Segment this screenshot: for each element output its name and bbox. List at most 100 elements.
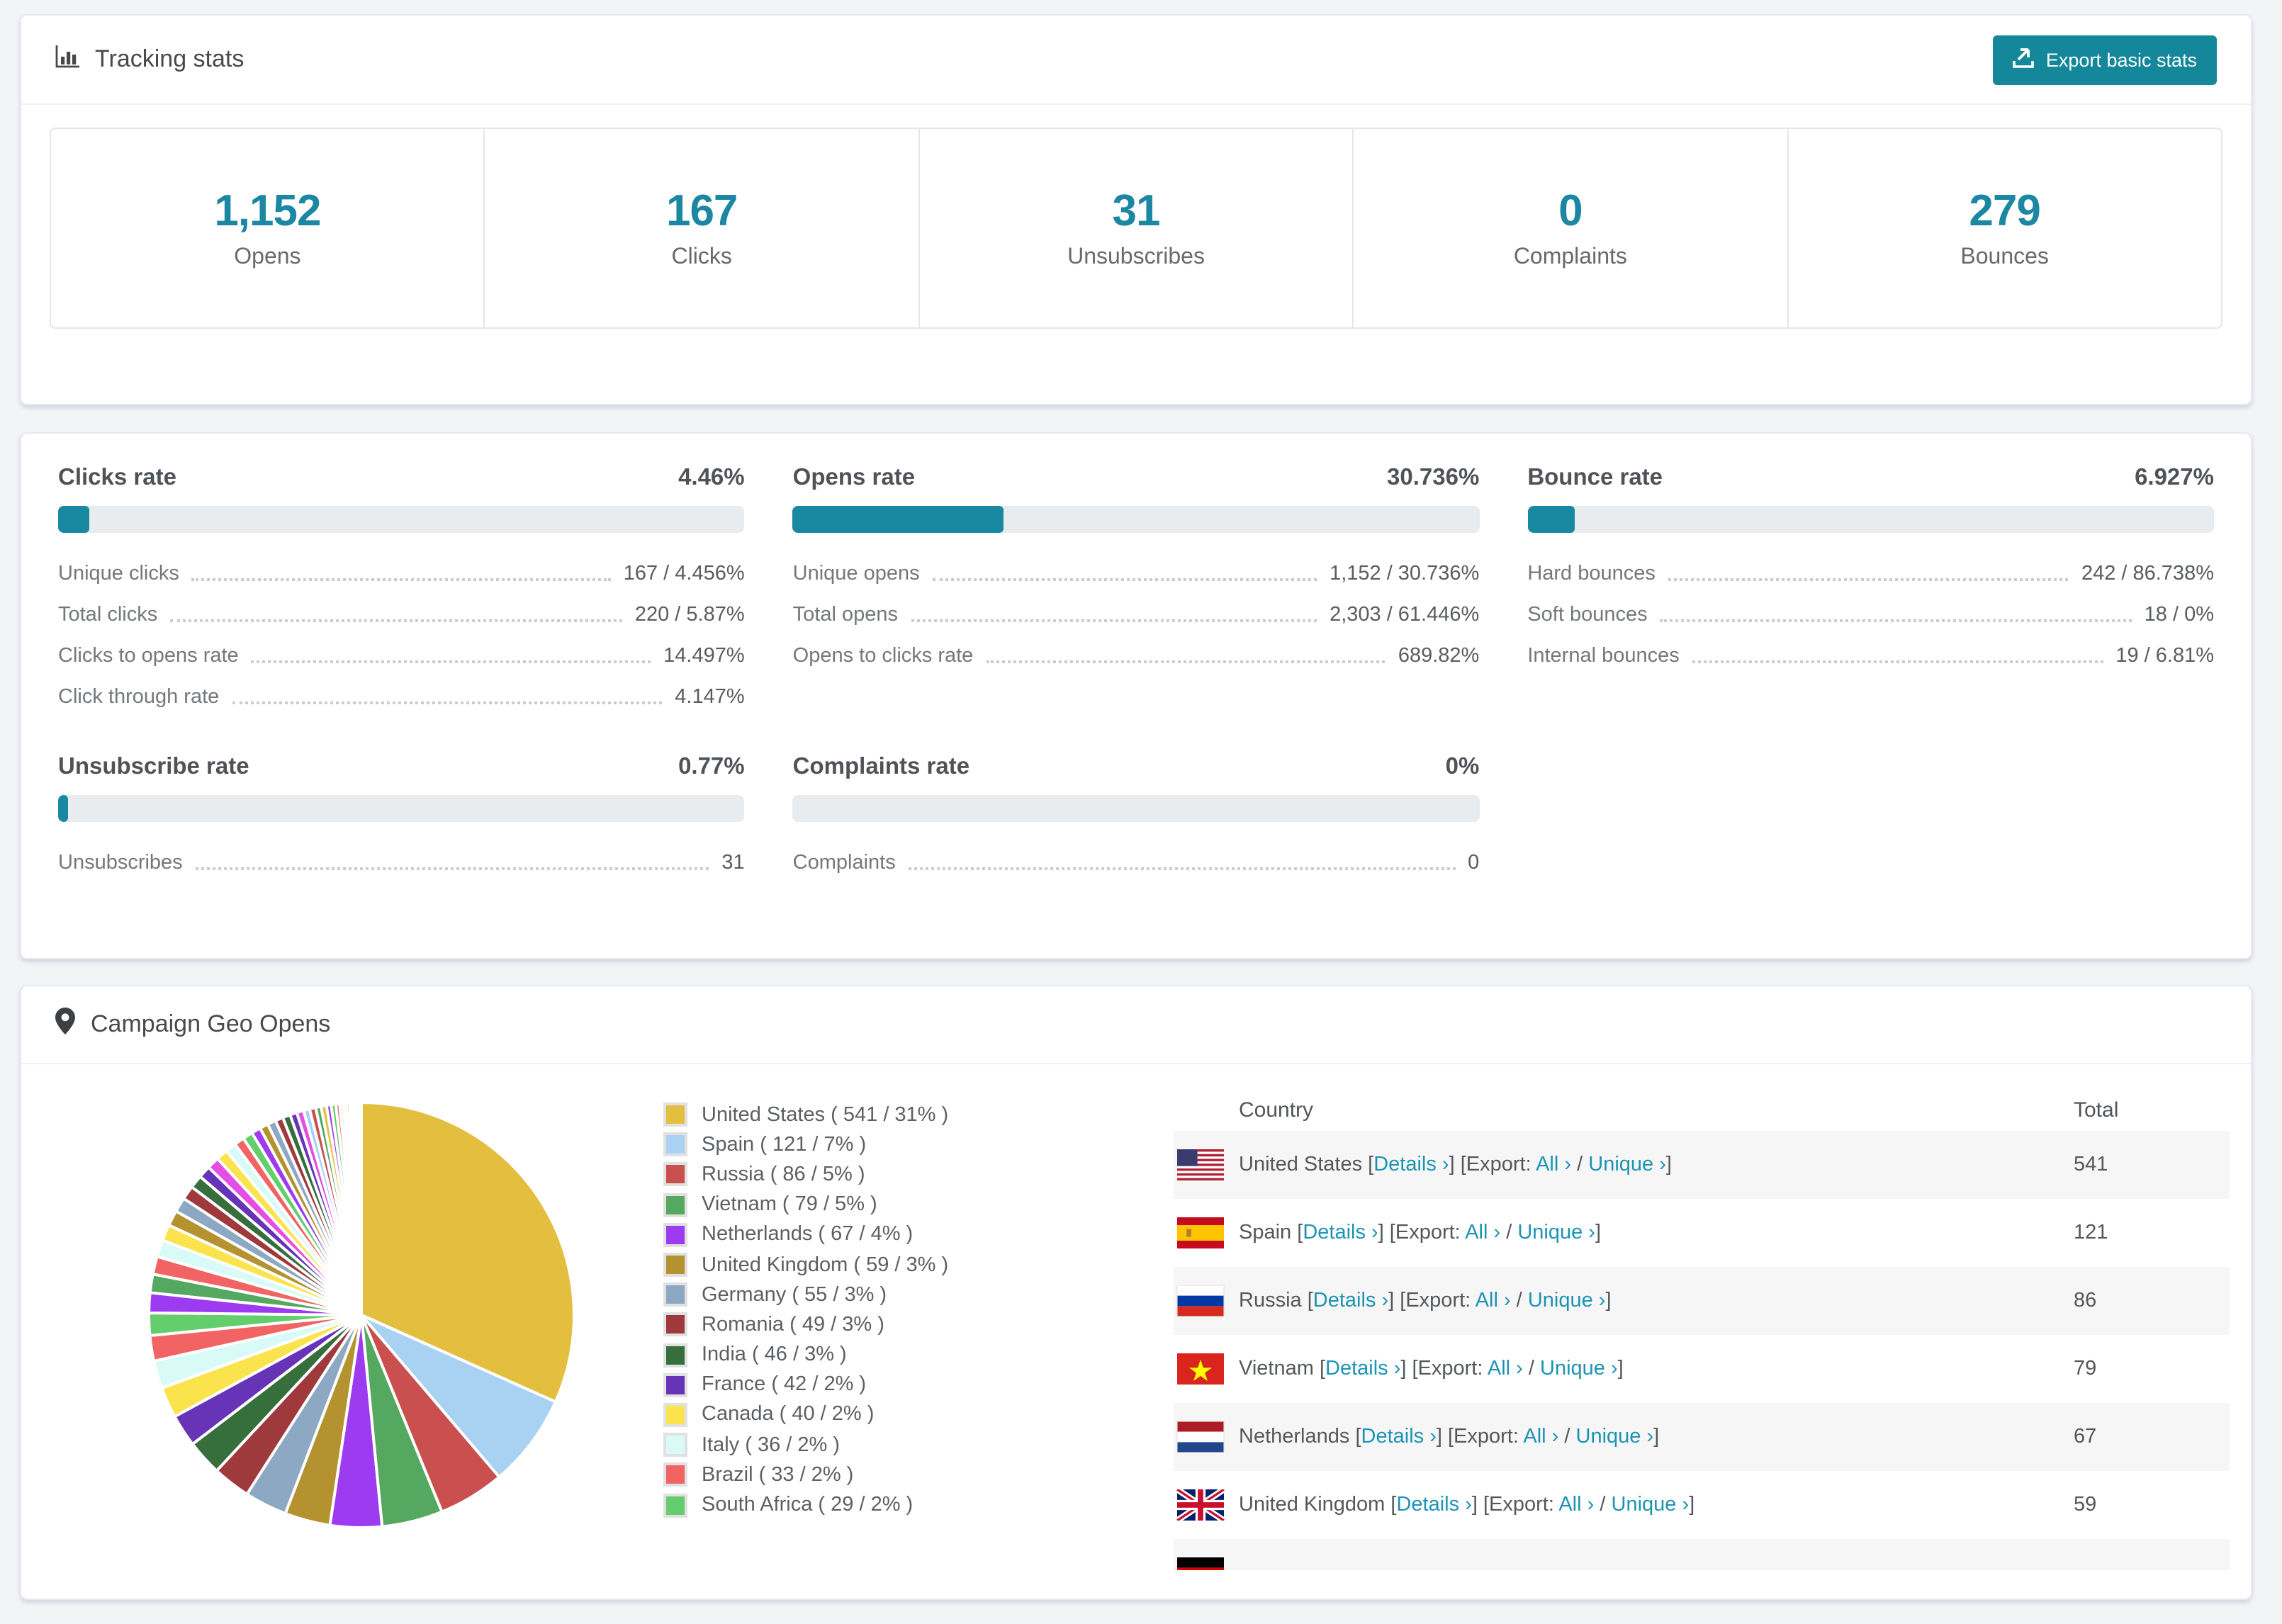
geo-table: Country Total United States [Details ›] [E…: [1174, 1088, 2230, 1587]
dotted-leader: [170, 619, 622, 622]
legend-swatch: [663, 1433, 687, 1457]
geo-table-col-total: Total: [2074, 1098, 2119, 1122]
geo-table-header: Country Total: [1174, 1088, 2230, 1131]
legend-item-russia[interactable]: Russia ( 86 / 5% ): [663, 1160, 948, 1190]
export-all-link[interactable]: All ›: [1488, 1358, 1523, 1380]
rate-items: Hard bounces 242 / 86.738% Soft bounces 18 …: [1527, 553, 2214, 676]
legend-item-brazil[interactable]: Brazil ( 33 / 2% ): [663, 1460, 948, 1490]
table-row-netherlands: Netherlands [Details ›] [Export: All › /…: [1174, 1403, 2230, 1471]
rate-head: Opens rate 30.736%: [793, 465, 1480, 492]
details-link[interactable]: Details ›: [1303, 1222, 1378, 1244]
export-unique-link[interactable]: Unique ›: [1576, 1426, 1654, 1448]
export-unique-link[interactable]: Unique ›: [1517, 1222, 1595, 1244]
legend-item-canada[interactable]: Canada ( 40 / 2% ): [663, 1400, 948, 1430]
bracket: ]: [1665, 1154, 1672, 1176]
legend-item-spain[interactable]: Spain ( 121 / 7% ): [663, 1129, 948, 1159]
country-name: Russia: [1239, 1290, 1308, 1312]
country-cell: Vietnam [Details ›] [Export: All › / Uni…: [1239, 1358, 2074, 1380]
rate-section-clicks-rate: Clicks rate 4.46% Unique clicks 167 / 4.456…: [58, 465, 745, 717]
legend-label: Germany ( 55 / 3% ): [702, 1283, 887, 1307]
table-row-russia: Russia [Details ›] [Export: All › / Uniq…: [1174, 1267, 2230, 1335]
country-name: United Kingdom: [1239, 1494, 1391, 1516]
separator: /: [1522, 1358, 1541, 1380]
stat-label: Clicks: [671, 245, 732, 269]
rate-title: Clicks rate: [58, 465, 176, 490]
rate-bar: [792, 795, 1480, 822]
bracket: ]: [1595, 1222, 1602, 1244]
legend-label: Spain ( 121 / 7% ): [702, 1133, 867, 1156]
stat-cell-bounces: 279 Bounces: [1788, 129, 2221, 327]
export-unique-link[interactable]: Unique ›: [1540, 1358, 1618, 1380]
export-all-link[interactable]: All ›: [1558, 1494, 1594, 1516]
export-all-link[interactable]: All ›: [1523, 1426, 1558, 1448]
dotted-leader: [195, 867, 709, 870]
rate-item-value: 167 / 4.456%: [623, 563, 745, 585]
export-unique-link[interactable]: Unique ›: [1528, 1290, 1606, 1312]
geo-pie-chart: [147, 1100, 575, 1529]
rate-section-unsubscribe-rate: Unsubscribe rate 0.77% Unsubscribes 31: [58, 754, 745, 883]
rate-value: 6.927%: [2135, 465, 2214, 490]
geo-title: Campaign Geo Opens: [91, 1010, 331, 1037]
country-cell: Spain [Details ›] [Export: All › / Uniqu…: [1239, 1222, 2074, 1244]
table-row-spain: Spain [Details ›] [Export: All › / Uniqu…: [1174, 1199, 2230, 1267]
tracking-stats-card: Tracking stats Export basic stats 1,152 O…: [20, 14, 2252, 405]
legend-item-united-states[interactable]: United States ( 541 / 31% ): [663, 1100, 948, 1129]
legend-item-united-kingdom[interactable]: United Kingdom ( 59 / 3% ): [663, 1250, 948, 1280]
export-all-link[interactable]: All ›: [1465, 1222, 1500, 1244]
legend-label: Italy ( 36 / 2% ): [702, 1433, 841, 1457]
tracking-stats-title-wrap: Tracking stats: [55, 45, 244, 74]
legend-label: Netherlands ( 67 / 4% ): [702, 1223, 914, 1246]
legend-item-india[interactable]: India ( 46 / 3% ): [663, 1340, 948, 1370]
legend-label: France ( 42 / 2% ): [702, 1373, 867, 1397]
rate-item-label: Total clicks: [58, 604, 158, 626]
rate-item-label: Clicks to opens rate: [58, 645, 239, 667]
legend-item-romania[interactable]: Romania ( 49 / 3% ): [663, 1310, 948, 1340]
legend-swatch: [663, 1192, 687, 1217]
legend-swatch: [663, 1282, 687, 1307]
rate-bar-fill: [1527, 506, 1575, 533]
rate-head: Bounce rate 6.927%: [1527, 465, 2214, 492]
rate-item-label: Opens to clicks rate: [792, 645, 974, 667]
stat-cell-opens: 1,152 Opens: [51, 129, 485, 327]
details-link[interactable]: Details ›: [1373, 1154, 1449, 1176]
de-flag-icon: [1176, 1557, 1225, 1570]
stats-summary-row: 1,152 Opens 167 Clicks 31 Unsubscribes 0 Compla…: [50, 128, 2222, 329]
details-link[interactable]: Details ›: [1313, 1290, 1388, 1312]
legend-item-vietnam[interactable]: Vietnam ( 79 / 5% ): [663, 1190, 948, 1219]
flag-cell: [1174, 1149, 1239, 1180]
separator: /: [1594, 1494, 1612, 1516]
export-all-link[interactable]: All ›: [1536, 1154, 1571, 1176]
legend-item-netherlands[interactable]: Netherlands ( 67 / 4% ): [663, 1220, 948, 1250]
bracket: ] [Export:: [1471, 1494, 1559, 1516]
stat-cell-complaints: 0 Complaints: [1354, 129, 1789, 327]
flag-cell: [1174, 1421, 1239, 1453]
total-cell: 79: [2074, 1358, 2097, 1380]
flag-cell: [1174, 1557, 1239, 1570]
bracket: ] [Export:: [1400, 1358, 1488, 1380]
rate-item: Unique opens 1,152 / 30.736%: [793, 553, 1480, 594]
rate-bar: [58, 795, 745, 822]
legend-item-south-africa[interactable]: South Africa ( 29 / 2% ): [663, 1490, 948, 1520]
export-unique-link[interactable]: Unique ›: [1588, 1154, 1666, 1176]
rate-item: Opens to clicks rate 689.82%: [793, 635, 1480, 676]
details-link[interactable]: Details ›: [1325, 1358, 1400, 1380]
dotted-leader: [232, 701, 663, 704]
rate-items: Unique opens 1,152 / 30.736% Total opens 2,…: [793, 553, 1480, 676]
legend-item-france[interactable]: France ( 42 / 2% ): [663, 1370, 948, 1399]
rate-item-value: 19 / 6.81%: [2115, 645, 2214, 667]
rate-items: Unique clicks 167 / 4.456% Total clicks 220…: [58, 553, 745, 717]
legend-swatch: [663, 1222, 687, 1247]
legend-label: Russia ( 86 / 5% ): [702, 1163, 865, 1186]
dotted-leader: [1668, 578, 2069, 581]
export-unique-link[interactable]: Unique ›: [1612, 1494, 1690, 1516]
dotted-leader: [908, 867, 1456, 870]
rate-items: Unsubscribes 31: [58, 842, 745, 883]
legend-label: United States ( 541 / 31% ): [702, 1103, 949, 1127]
legend-item-italy[interactable]: Italy ( 36 / 2% ): [663, 1430, 948, 1460]
rate-item-value: 4.147%: [675, 686, 745, 709]
details-link[interactable]: Details ›: [1396, 1494, 1471, 1516]
export-basic-stats-button[interactable]: Export basic stats: [1993, 35, 2217, 84]
legend-item-germany[interactable]: Germany ( 55 / 3% ): [663, 1280, 948, 1309]
export-all-link[interactable]: All ›: [1476, 1290, 1511, 1312]
details-link[interactable]: Details ›: [1361, 1426, 1437, 1448]
